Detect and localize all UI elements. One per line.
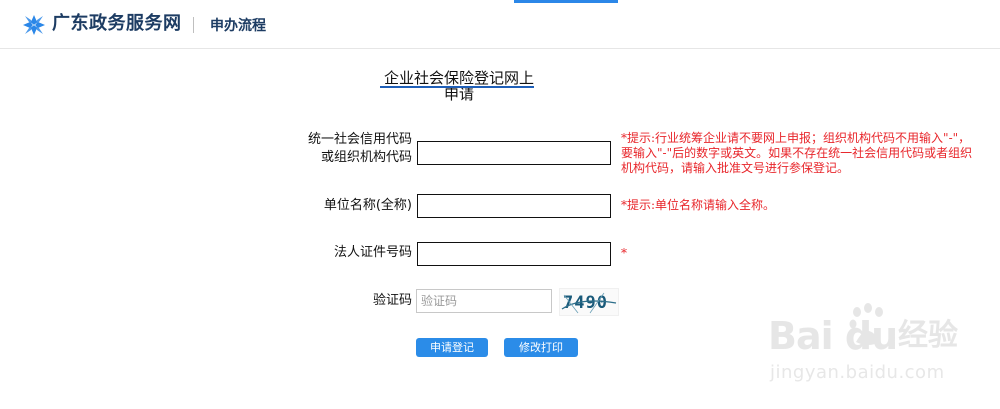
- page: 广东政务服务网 申办流程 企业社会保险登记网上申请 统一社会信用代码 或组织机构…: [0, 0, 1000, 409]
- credit-code-hint: *提示:行业统筹企业请不要网上申报；组织机构代码不用输入"-"，要输入"-"后的…: [621, 131, 973, 175]
- baidu-jingyan-watermark: Bai du 经验 jingyan.baidu.com: [768, 296, 988, 396]
- submit-registration-button[interactable]: 申请登记: [416, 338, 488, 357]
- captcha-image[interactable]: 7490: [559, 288, 619, 316]
- company-name-label: 单位名称(全称): [323, 198, 412, 213]
- watermark-cn: 经验: [898, 318, 958, 353]
- paw-icon: [849, 303, 883, 345]
- company-name-input[interactable]: [417, 194, 611, 218]
- active-tab-indicator: [514, 0, 618, 3]
- legal-id-input[interactable]: [417, 242, 611, 266]
- section-title: 申办流程: [210, 18, 266, 34]
- site-name[interactable]: 广东政务服务网: [52, 12, 182, 36]
- gd-gov-logo-icon[interactable]: [22, 14, 46, 36]
- legal-id-label: 法人证件号码: [333, 245, 412, 260]
- site-header: 广东政务服务网 申办流程: [0, 0, 1000, 49]
- credit-code-label-line2: 或组织机构代码: [320, 150, 412, 165]
- credit-code-label: 统一社会信用代码 或组织机构代码: [300, 131, 412, 167]
- captcha-input[interactable]: [416, 289, 552, 313]
- credit-code-label-line1: 统一社会信用代码: [307, 132, 412, 147]
- company-name-hint: *提示:单位名称请输入全称。: [621, 198, 776, 212]
- title-underline: [380, 86, 534, 88]
- watermark-url: jingyan.baidu.com: [770, 362, 945, 383]
- credit-code-input[interactable]: [417, 141, 611, 165]
- modify-print-button[interactable]: 修改打印: [504, 338, 578, 357]
- header-divider: [193, 17, 194, 33]
- captcha-label: 验证码: [372, 293, 412, 308]
- legal-id-required-mark: *: [621, 246, 627, 260]
